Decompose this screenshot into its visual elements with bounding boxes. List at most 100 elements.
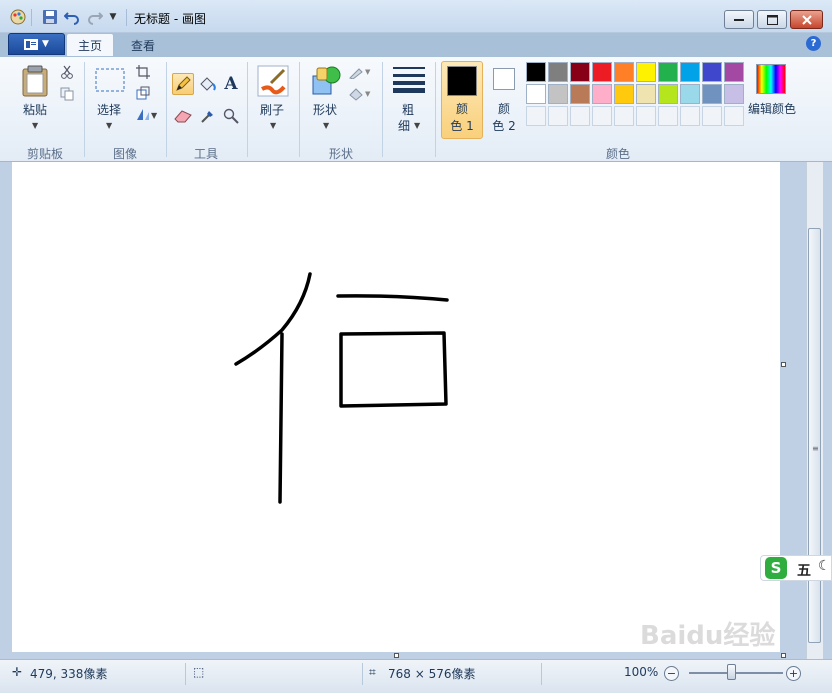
palette-swatch[interactable] [526,84,546,104]
palette-swatch[interactable] [680,62,700,82]
palette-custom-slot[interactable] [548,106,568,126]
size-icon[interactable] [392,64,426,94]
palette-swatch[interactable] [570,62,590,82]
palette-swatch[interactable] [592,62,612,82]
size-label-top[interactable]: 粗 [396,101,420,118]
zoom-slider-thumb[interactable] [727,664,736,680]
undo-icon[interactable] [63,8,81,26]
palette-swatch[interactable] [636,84,656,104]
selection-size-icon: ⬚ [193,665,205,679]
redo-icon[interactable] [86,8,104,26]
shapes-dropdown-icon[interactable]: ▼ [323,121,329,130]
ime-mode-label[interactable]: 五 [797,560,811,580]
zoom-slider-track[interactable] [689,672,783,674]
clipboard-group-label: 剪贴板 [27,147,64,161]
eraser-icon[interactable] [172,106,194,126]
brushes-label[interactable]: 刷子 [256,101,288,118]
palette-swatch[interactable] [614,62,634,82]
palette-swatch[interactable] [658,84,678,104]
palette-custom-slot[interactable] [570,106,590,126]
canvas-resize-handle-bottom[interactable] [394,653,399,658]
color1-label-top[interactable]: 颜 [441,100,483,117]
palette-custom-slot[interactable] [680,106,700,126]
paste-icon[interactable] [20,64,50,98]
maximize-button[interactable] [757,10,787,29]
group-separator [382,62,383,157]
color2-label-bottom[interactable]: 色 2 [484,117,524,134]
pencil-icon[interactable] [172,73,194,95]
palette-swatch[interactable] [680,84,700,104]
shapes-icon[interactable] [309,63,343,97]
palette-custom-slot[interactable] [702,106,722,126]
group-separator [435,62,436,157]
outline-icon[interactable]: ▼ [348,63,374,81]
group-separator [247,62,248,157]
select-label[interactable]: 选择 [93,101,125,118]
help-icon[interactable]: ? [806,36,821,51]
palette-swatch[interactable] [570,84,590,104]
zoom-out-button[interactable]: − [664,666,679,681]
minimize-button[interactable] [724,10,754,29]
size-label-bottom[interactable]: 细 [394,117,414,134]
color2-label-top[interactable]: 颜 [484,100,524,117]
size-dropdown-icon[interactable]: ▼ [414,121,420,130]
fill-icon[interactable] [197,73,219,95]
color-picker-icon[interactable] [197,106,219,126]
palette-swatch[interactable] [724,84,744,104]
fill-shape-icon[interactable]: ▼ [348,85,374,103]
palette-swatch[interactable] [548,84,568,104]
canvas-size: 768 × 576像素 [388,667,476,681]
palette-custom-slot[interactable] [592,106,612,126]
color1-label-bottom[interactable]: 色 1 [441,117,483,134]
tab-view[interactable]: 查看 [118,33,168,57]
resize-icon[interactable] [134,85,152,101]
color1-swatch[interactable] [447,66,477,96]
ribbon-tab-row: ▼ 主页 查看 ? [0,33,832,57]
palette-swatch[interactable] [702,62,722,82]
close-button[interactable] [790,10,823,29]
title-bar [0,0,832,33]
palette-swatch[interactable] [724,62,744,82]
canvas-resize-handle-corner[interactable] [781,653,786,658]
tab-home[interactable]: 主页 [66,33,114,57]
palette-swatch[interactable] [592,84,612,104]
image-group-label: 图像 [113,147,138,161]
zoom-in-button[interactable]: + [786,666,801,681]
paint-menu-button[interactable]: ▼ [8,33,65,55]
magnifier-icon[interactable] [220,106,242,126]
paint-app-icon[interactable] [9,8,27,26]
color2-swatch[interactable] [493,68,515,90]
palette-swatch[interactable] [526,62,546,82]
select-dropdown-icon[interactable]: ▼ [106,121,112,130]
copy-icon[interactable] [59,86,75,102]
shapes-label[interactable]: 形状 [308,101,342,118]
palette-custom-slot[interactable] [636,106,656,126]
palette-swatch[interactable] [658,62,678,82]
palette-swatch[interactable] [702,84,722,104]
paste-dropdown-icon[interactable]: ▼ [32,121,38,130]
canvas-resize-handle-right[interactable] [781,362,786,367]
customize-quick-access-icon[interactable]: ▼ [107,8,119,26]
brush-icon[interactable] [256,64,290,98]
cut-icon[interactable] [59,64,75,80]
moon-icon[interactable]: ☾ [818,558,831,574]
select-icon[interactable] [94,67,126,93]
paste-label[interactable]: 粘贴 [20,101,50,118]
palette-custom-slot[interactable] [724,106,744,126]
brushes-dropdown-icon[interactable]: ▼ [270,121,276,130]
palette-swatch[interactable] [614,84,634,104]
save-icon[interactable] [41,8,59,26]
palette-swatch[interactable] [636,62,656,82]
edit-colors-icon[interactable] [756,64,786,94]
palette-custom-slot[interactable] [658,106,678,126]
palette-custom-slot[interactable] [526,106,546,126]
edit-colors-label[interactable]: 编辑颜色 [744,100,800,117]
text-tool-icon[interactable]: A [220,73,242,95]
palette-custom-slot[interactable] [614,106,634,126]
rotate-icon[interactable]: ▼ [134,106,158,122]
palette-swatch[interactable] [548,62,568,82]
drawing-canvas[interactable] [12,162,780,652]
quick-access-separator [126,9,127,26]
crop-icon[interactable] [134,64,152,80]
sogou-ime-icon[interactable]: S [765,557,787,579]
